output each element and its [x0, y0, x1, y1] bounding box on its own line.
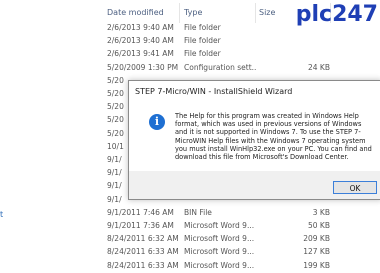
file-size: 199 KB [303, 260, 330, 270]
file-size: 209 KB [303, 234, 330, 244]
file-size: 50 KB [308, 221, 330, 230]
navigation-pane: t [0, 0, 12, 260]
file-row[interactable]: 9/1/2011 7:36 AM Microsoft Word 9... 50 KB [100, 220, 380, 233]
nav-item-fragment[interactable]: t [0, 210, 3, 219]
dialog-message: The Help for this program was created in… [175, 112, 372, 162]
file-date-modified: 2/6/2013 9:40 AM [107, 23, 174, 32]
file-row[interactable]: 9/1/2011 7:46 AM BIN File 3 KB [100, 207, 380, 220]
file-date-modified: 2/6/2013 9:40 AM [107, 36, 174, 46]
file-type: Microsoft Word 9... [184, 260, 255, 270]
column-divider[interactable] [179, 3, 180, 23]
installshield-dialog: STEP 7-Micro/WIN - InstallShield Wizard … [128, 80, 380, 200]
column-divider[interactable] [255, 3, 256, 23]
file-row[interactable]: 8/24/2011 6:33 AM Microsoft Word 9... 199 … [100, 260, 380, 273]
info-icon: i [149, 114, 165, 130]
file-size: 3 KB [312, 207, 330, 217]
file-row[interactable]: 2/6/2013 9:40 AM File folder [100, 22, 380, 35]
column-header-date[interactable]: Date modified [107, 8, 164, 17]
file-date-modified: 9/1/2011 7:46 AM [107, 207, 174, 217]
file-type: BIN File [184, 207, 212, 217]
file-type: Microsoft Word 9... [184, 247, 255, 257]
file-type: Microsoft Word 9... [184, 221, 255, 230]
file-row[interactable]: 8/24/2011 6:33 AM Microsoft Word 9... 127 … [100, 246, 380, 259]
file-row[interactable]: 2/6/2013 9:40 AM File folder [100, 35, 380, 48]
file-size: 127 KB [303, 247, 330, 257]
file-date-modified: 8/24/2011 6:33 AM [107, 260, 179, 270]
file-date-modified: 8/24/2011 6:33 AM [107, 247, 179, 257]
column-header-type[interactable]: Type [184, 8, 202, 17]
file-date-modified: 2/6/2013 9:41 AM [107, 49, 174, 59]
file-type: File folder [184, 49, 221, 59]
file-size: 24 KB [308, 62, 330, 72]
file-type: Configuration sett... [184, 62, 256, 72]
file-row[interactable]: 2/6/2013 9:41 AM File folder [100, 48, 380, 61]
file-date-modified: 9/1/2011 7:36 AM [107, 221, 174, 230]
file-row[interactable]: 8/24/2011 6:32 AM Microsoft Word 9... 209 … [100, 233, 380, 246]
file-type: File folder [184, 23, 221, 32]
file-type: File folder [184, 36, 221, 46]
file-date-modified: 8/24/2011 6:32 AM [107, 234, 179, 244]
file-date-modified: 5/20/2009 1:30 PM [107, 62, 179, 72]
dialog-title: STEP 7-Micro/WIN - InstallShield Wizard [135, 87, 293, 96]
ok-button[interactable]: OK [333, 181, 377, 194]
file-row[interactable]: 5/20/2009 1:30 PM Configuration sett... 24… [100, 62, 380, 75]
column-header-size[interactable]: Size [259, 8, 275, 17]
file-type: Microsoft Word 9... [184, 234, 255, 244]
